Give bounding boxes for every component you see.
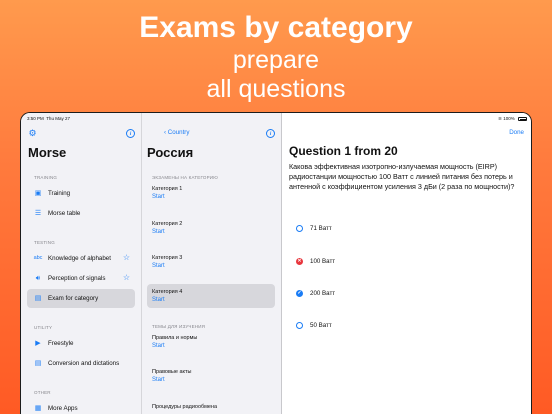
sidebar-item-label: More Apps — [48, 405, 78, 412]
section-header-utility: UTILITY — [34, 325, 53, 330]
info-icon[interactable]: i — [266, 129, 275, 138]
wrong-mark-icon: ✕ — [296, 257, 303, 265]
check-mark-icon: ✓ — [296, 289, 303, 297]
answer-option-correct[interactable]: ✓ 200 Ватт — [296, 288, 496, 300]
section-header-training: TRAINING — [34, 175, 58, 180]
status-bar: 3:50 PM Thu May 27 ≋ 100% — [21, 113, 531, 125]
back-button[interactable]: ‹ Country — [164, 129, 189, 136]
topic-name: Правовые акты — [152, 369, 192, 375]
sidebar-item-label: Conversion and dictations — [48, 360, 120, 367]
answer-label: 71 Ватт — [310, 224, 332, 232]
status-clock: 3:50 PM — [27, 116, 44, 121]
topic-item[interactable]: Правила и нормы Start — [147, 330, 275, 354]
answer-label: 100 Ватт — [310, 257, 336, 265]
answer-label: 50 Ватт — [310, 321, 332, 329]
ipad-screen: ⚙ i Morse TRAINING ▣ Training ☰ Morse ta… — [20, 112, 532, 414]
list-icon: ☰ — [34, 210, 42, 217]
answer-option[interactable]: 50 Ватт — [296, 320, 496, 332]
start-link[interactable]: Start — [152, 297, 165, 303]
radio-empty-icon — [296, 224, 303, 232]
gear-icon[interactable]: ⚙ — [28, 129, 37, 138]
question-text: Какова эффективная изотропно-излучаемая … — [289, 162, 515, 192]
topic-item[interactable]: Процедуры радиообмена — [147, 399, 275, 414]
section-header-exams: ЭКЗАМЕНЫ НА КАТЕГОРИЮ — [152, 175, 218, 180]
topic-name: Правила и нормы — [152, 335, 198, 341]
done-button[interactable]: Done — [509, 129, 524, 136]
sidebar-item-conversion-and-dictations[interactable]: ▤ Conversion and dictations — [27, 354, 135, 373]
start-link[interactable]: Start — [152, 343, 165, 349]
status-indicators: ≋ 100% — [498, 116, 527, 122]
section-header-testing: TESTING — [34, 240, 55, 245]
question-title: Question 1 from 20 — [289, 144, 398, 158]
status-time: 3:50 PM Thu May 27 — [27, 116, 70, 121]
category-item[interactable]: Категория 2 Start — [147, 216, 275, 240]
sidebar-item-label: Morse table — [48, 210, 81, 217]
category-item[interactable]: Категория 1 Start — [147, 181, 275, 205]
category-name: Категория 3 — [152, 255, 183, 261]
sidebar-item-label: Perception of signals — [48, 275, 106, 282]
chevron-left-icon: ‹ — [164, 129, 167, 136]
play-square-icon: ▶ — [35, 340, 41, 347]
sidebar-item-perception-of-signals[interactable]: 🔊︎ Perception of signals ☆ — [27, 269, 135, 288]
topic-name: Процедуры радиообмена — [152, 404, 218, 410]
star-icon[interactable]: ☆ — [123, 253, 130, 263]
back-button-label: Country — [167, 129, 190, 136]
battery-icon — [518, 117, 527, 121]
start-link[interactable]: Start — [152, 194, 165, 200]
promo-subtitle-line2: all questions — [206, 75, 346, 103]
category-name: Категория 4 — [152, 289, 183, 295]
abc-icon: abc — [33, 255, 43, 261]
radio-empty-icon — [296, 321, 303, 329]
sidebar-item-training[interactable]: ▣ Training — [27, 184, 135, 203]
sidebar-item-label: Training — [48, 190, 71, 197]
start-link[interactable]: Start — [152, 263, 165, 269]
id-card-icon: ▤ — [34, 295, 42, 302]
sidebar-item-knowledge-of-alphabet[interactable]: abc Knowledge of alphabet ☆ — [27, 249, 135, 268]
book-icon: ▣ — [34, 190, 42, 197]
star-icon[interactable]: ☆ — [123, 273, 130, 283]
sidebar-item-morse-table[interactable]: ☰ Morse table — [27, 204, 135, 223]
sidebar-item-exam-for-category[interactable]: ▤ Exam for category — [27, 289, 135, 308]
sidebar: ⚙ i Morse TRAINING ▣ Training ☰ Morse ta… — [21, 113, 142, 414]
wifi-icon: ≋ — [498, 116, 502, 121]
answer-option-wrong[interactable]: ✕ 100 Ватт — [296, 256, 496, 268]
speaker-icon: 🔊︎ — [35, 275, 41, 282]
section-header-other: OTHER — [34, 390, 51, 395]
category-list-panel: ‹ Country i Россия ЭКЗАМЕНЫ НА КАТЕГОРИЮ… — [142, 113, 282, 414]
note-icon: ▤ — [34, 360, 42, 367]
status-date: Thu May 27 — [46, 116, 70, 121]
answer-option[interactable]: 71 Ватт — [296, 223, 496, 235]
sidebar-item-freestyle[interactable]: ▶ Freestyle — [27, 334, 135, 353]
sidebar-item-label: Knowledge of alphabet — [48, 255, 111, 262]
battery-percent: 100% — [503, 116, 515, 121]
promo-subtitle-line1: prepare — [232, 46, 320, 74]
topic-item[interactable]: Правовые акты Start — [147, 364, 275, 388]
grid-icon: ▦ — [34, 405, 42, 412]
category-name: Категория 2 — [152, 221, 183, 227]
sidebar-item-label: Exam for category — [48, 295, 99, 302]
sidebar-item-more-apps[interactable]: ▦ More Apps — [27, 399, 135, 414]
sidebar-title: Morse — [28, 145, 67, 160]
sidebar-item-label: Freestyle — [48, 340, 74, 347]
start-link[interactable]: Start — [152, 377, 165, 383]
country-title: Россия — [147, 145, 194, 160]
category-name: Категория 1 — [152, 186, 183, 192]
answer-label: 200 Ватт — [310, 289, 336, 297]
category-item-selected[interactable]: Категория 4 Start — [147, 284, 275, 308]
promo-title: Exams by category — [139, 11, 413, 44]
start-link[interactable]: Start — [152, 229, 165, 235]
info-icon[interactable]: i — [126, 129, 135, 138]
category-item[interactable]: Категория 3 Start — [147, 250, 275, 274]
promo-header: Exams by category prepare all questions — [0, 0, 552, 112]
question-panel: Done Question 1 from 20 Какова эффективн… — [282, 113, 531, 414]
section-header-topics: ТЕМЫ ДЛЯ ИЗУЧЕНИЯ — [152, 324, 206, 329]
